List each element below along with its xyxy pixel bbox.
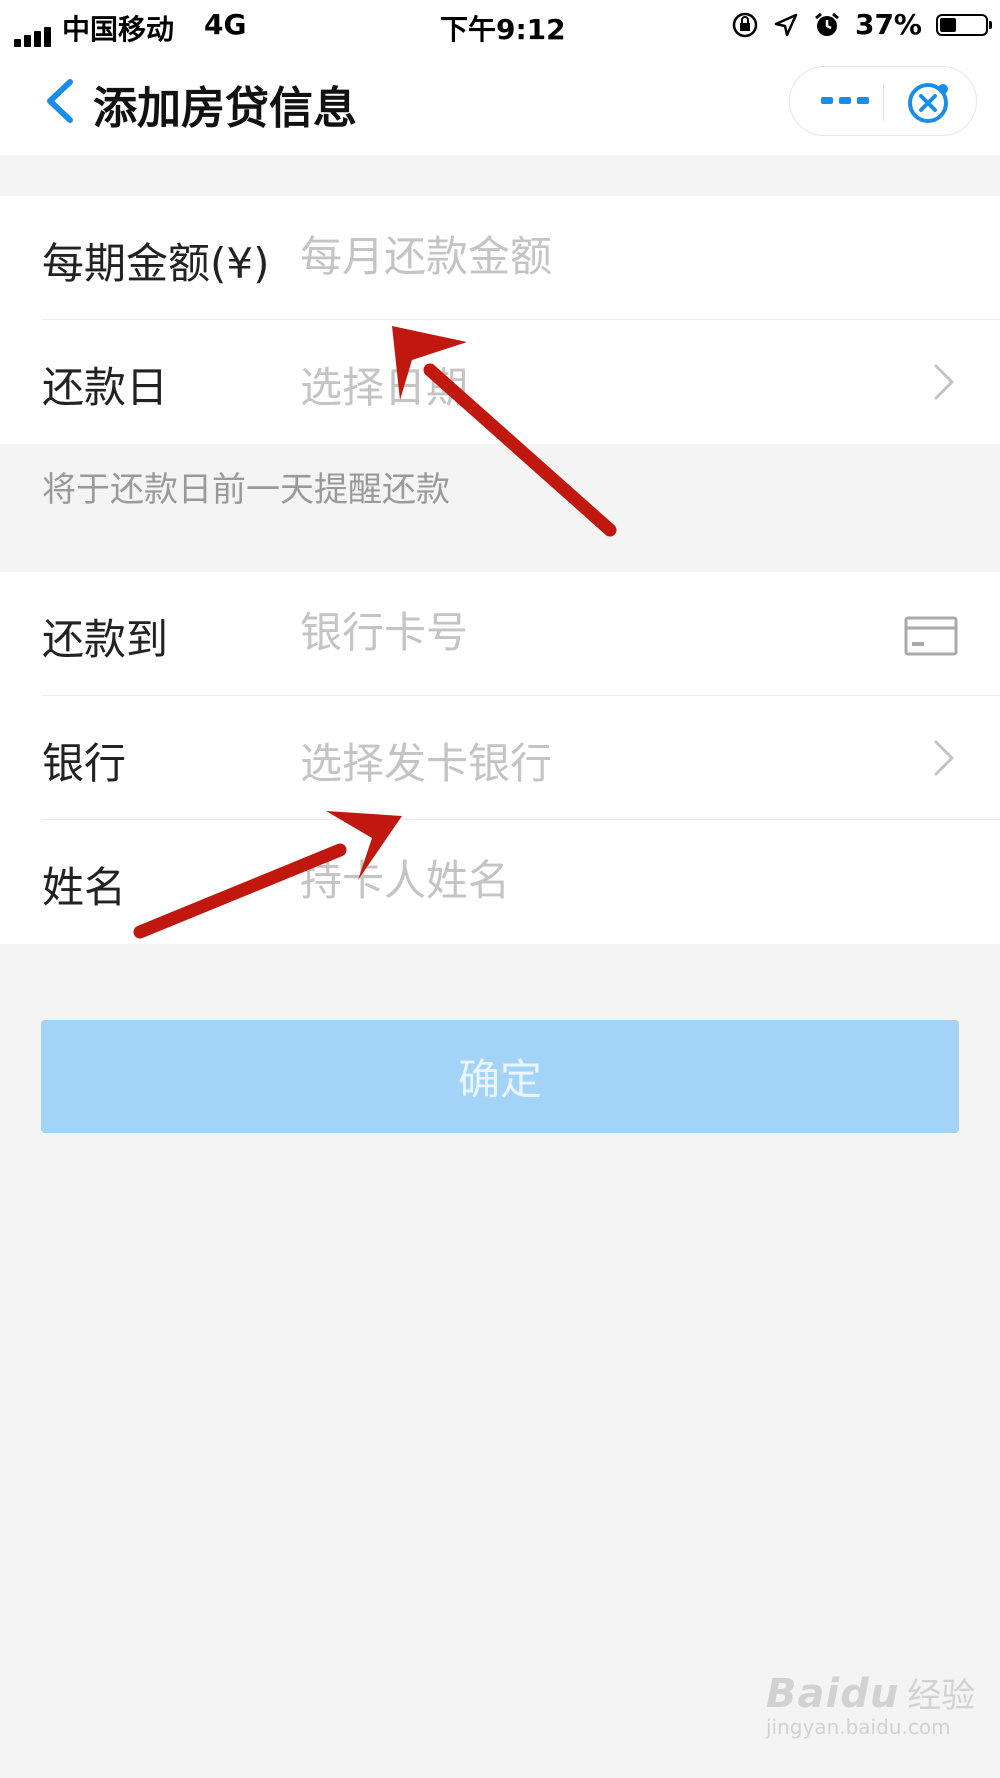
amount-row: 每期金额(¥) xyxy=(0,196,1000,320)
page-title: 添加房贷信息 xyxy=(93,83,357,134)
watermark-brand-cn: 经验 xyxy=(907,1676,976,1716)
repayment-group: 每期金额(¥) 还款日 选择日期 xyxy=(0,196,1000,444)
chevron-right-icon xyxy=(934,364,954,400)
baidu-watermark: Baidu 经验 jingyan.baidu.com xyxy=(766,1668,975,1739)
card-scan-icon[interactable] xyxy=(904,616,958,656)
card-number-input[interactable] xyxy=(300,600,860,664)
status-time: 下午9:12 xyxy=(440,13,566,46)
cardholder-name-input[interactable] xyxy=(300,848,880,912)
repay-day-row[interactable]: 还款日 选择日期 xyxy=(0,320,1000,444)
repay-to-row: 还款到 xyxy=(0,572,1000,696)
watermark-url: jingyan.baidu.com xyxy=(766,1715,951,1739)
more-icon[interactable] xyxy=(820,91,870,111)
rotation-lock-icon xyxy=(732,12,758,37)
bank-row[interactable]: 银行 选择发卡银行 xyxy=(0,696,1000,820)
carrier-name: 中国移动 xyxy=(62,13,175,46)
repay-to-label: 还款到 xyxy=(42,615,169,664)
confirm-button[interactable]: 确定 xyxy=(41,1020,959,1133)
nav-bar: 添加房贷信息 xyxy=(0,50,1000,155)
name-row: 姓名 xyxy=(0,820,1000,944)
name-label: 姓名 xyxy=(42,863,127,912)
battery-percent: 37% xyxy=(854,8,922,41)
bank-picker[interactable]: 选择发卡银行 xyxy=(300,730,552,791)
watermark-brand: Baidu xyxy=(766,1671,900,1717)
battery-icon xyxy=(936,13,992,36)
capsule-divider xyxy=(883,83,884,121)
chevron-right-icon xyxy=(934,740,954,776)
amount-input[interactable] xyxy=(300,224,880,288)
alarm-icon xyxy=(815,12,839,36)
close-mini-program-icon[interactable] xyxy=(905,80,951,126)
mini-program-capsule xyxy=(789,66,977,136)
location-icon xyxy=(774,13,798,36)
status-right: 37% xyxy=(731,8,992,41)
bank-label: 银行 xyxy=(42,739,127,788)
card-group: 还款到 银行 选择发卡银行 姓名 xyxy=(0,572,1000,944)
back-chevron-icon[interactable] xyxy=(40,76,80,126)
repay-day-picker[interactable]: 选择日期 xyxy=(300,354,468,415)
signal-icon xyxy=(14,14,54,47)
repay-day-label: 还款日 xyxy=(42,363,169,412)
amount-label: 每期金额(¥) xyxy=(42,239,270,288)
network-type: 4G xyxy=(204,8,247,41)
status-bar: 中国移动 4G 下午9:12 37% xyxy=(0,0,1000,50)
reminder-hint: 将于还款日前一天提醒还款 xyxy=(42,470,450,510)
